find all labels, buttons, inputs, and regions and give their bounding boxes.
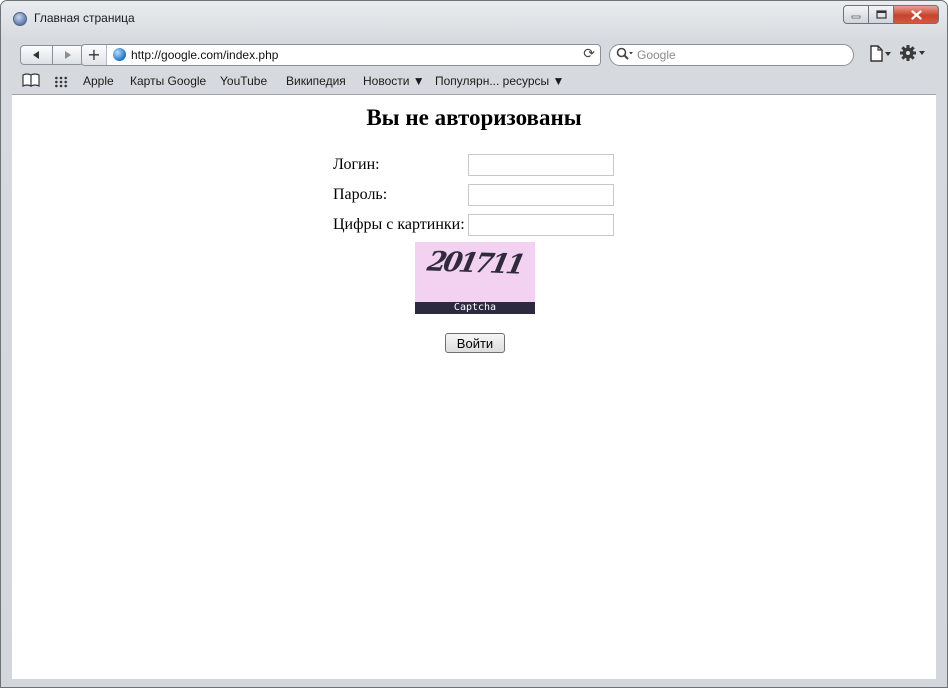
bookmarks-bar: Apple Карты Google YouTube Википедия Нов… <box>12 71 936 93</box>
book-icon[interactable] <box>22 73 40 91</box>
back-button[interactable] <box>21 46 53 64</box>
title-bar: Главная страница <box>1 1 947 37</box>
caption-buttons <box>843 5 939 24</box>
top-sites-grid-icon[interactable] <box>54 76 68 88</box>
browser-window: Главная страница + http://google.com/ind… <box>0 0 948 688</box>
password-field[interactable] <box>468 184 614 206</box>
close-button[interactable] <box>894 5 939 24</box>
history-buttons <box>20 45 84 65</box>
add-bookmark-button[interactable]: + <box>82 45 107 65</box>
reload-icon[interactable]: ⟳ <box>583 46 595 62</box>
gear-icon[interactable] <box>899 43 927 68</box>
bookmark-popular-menu[interactable]: Популярн... ресурсы ▼ <box>435 74 564 88</box>
captcha-field[interactable] <box>468 214 614 236</box>
password-label: Пароль: <box>333 186 388 203</box>
minimize-button[interactable] <box>843 5 869 24</box>
search-icon[interactable] <box>616 47 634 64</box>
minimize-icon <box>851 15 861 18</box>
maximize-button[interactable] <box>869 5 894 24</box>
search-placeholder: Google <box>637 48 676 62</box>
page-content: Вы не авторизованы Логин: Пароль: Цифры … <box>12 94 936 679</box>
captcha-digits: 201711 <box>424 246 526 281</box>
login-submit-button[interactable]: Войти <box>445 333 505 353</box>
window-title: Главная страница <box>34 11 135 25</box>
forward-button[interactable] <box>53 46 84 64</box>
close-icon <box>910 9 922 20</box>
bookmark-youtube[interactable]: YouTube <box>220 74 267 88</box>
globe-icon <box>113 48 126 61</box>
captcha-label: Цифры с картинки: <box>333 216 465 233</box>
safari-icon <box>13 12 27 26</box>
maximize-icon <box>875 10 887 19</box>
bookmark-google-maps[interactable]: Карты Google <box>130 74 206 88</box>
captcha-caption: Captcha <box>415 302 535 314</box>
navigation-toolbar: + http://google.com/index.php ⟳ Google <box>12 37 936 71</box>
url-text[interactable]: http://google.com/index.php <box>131 48 278 62</box>
login-label: Логин: <box>333 156 380 173</box>
bookmark-wikipedia[interactable]: Википедия <box>286 74 346 88</box>
forward-arrow-icon <box>64 51 71 59</box>
page-menu-icon[interactable] <box>869 45 893 67</box>
captcha-image: 201711 Captcha <box>415 242 535 314</box>
address-bar[interactable]: + http://google.com/index.php ⟳ <box>81 44 601 66</box>
bookmark-apple[interactable]: Apple <box>83 74 114 88</box>
back-arrow-icon <box>33 51 40 59</box>
bookmark-news-menu[interactable]: Новости ▼ <box>363 74 425 88</box>
page-title: Вы не авторизованы <box>366 105 582 130</box>
search-field[interactable]: Google <box>609 44 854 66</box>
login-field[interactable] <box>468 154 614 176</box>
